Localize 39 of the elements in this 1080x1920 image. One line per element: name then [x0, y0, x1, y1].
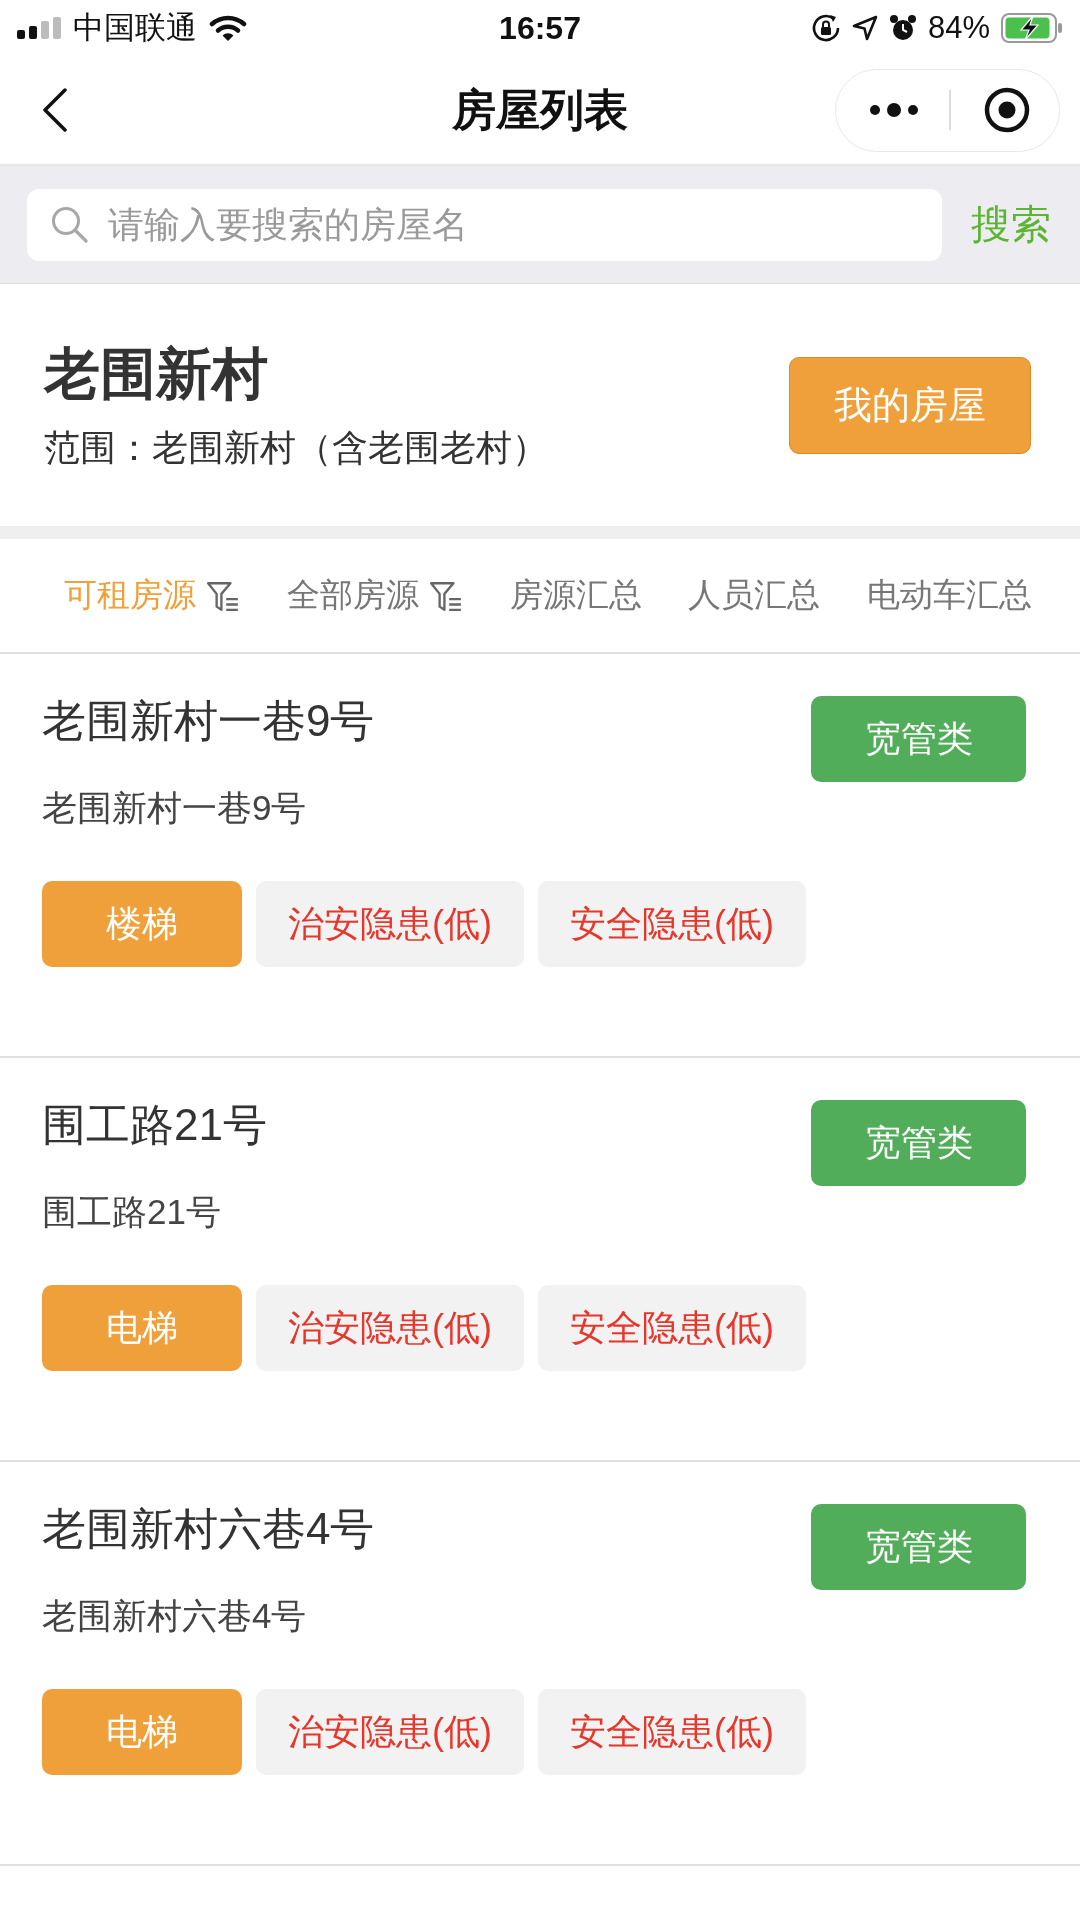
hazard-tag: 安全隐患(低) [538, 1285, 806, 1371]
house-address: 老围新村六巷4号 [42, 1595, 308, 1637]
hazard-tag: 安全隐患(低) [538, 881, 806, 967]
search-icon [51, 205, 88, 243]
hazard-tag: 治安隐患(低) [256, 1689, 524, 1775]
battery-percent: 84% [927, 10, 990, 46]
back-icon[interactable] [42, 88, 68, 132]
community-name: 老围新村 [44, 341, 269, 407]
tab[interactable]: 全部房源 [286, 573, 463, 618]
hazard-tag: 治安隐患(低) [256, 881, 524, 967]
house-address: 围工路21号 [42, 1191, 222, 1233]
scope-text: 范围：老围新村（含老围老村） [44, 426, 548, 470]
hazard-tag: 安全隐患(低) [538, 1689, 806, 1775]
page-title: 房屋列表 [452, 83, 628, 136]
tab[interactable]: 电动车汇总 [867, 573, 1032, 618]
more-icon[interactable] [869, 103, 919, 117]
signal-icon [17, 17, 61, 39]
house-title: 老围新村一巷9号 [42, 695, 375, 747]
location-arrow-icon [851, 15, 878, 41]
wifi-icon [209, 14, 247, 42]
house-address: 老围新村一巷9号 [42, 787, 308, 829]
rotation-lock-icon [810, 13, 841, 43]
tab[interactable]: 人员汇总 [688, 573, 821, 618]
house-title: 老围新村六巷4号 [42, 1503, 375, 1555]
house-title: 围工路21号 [42, 1099, 267, 1151]
carrier-name: 中国联通 [73, 9, 197, 47]
status-time: 16:57 [499, 9, 581, 47]
facility-tag: 电梯 [42, 1689, 242, 1775]
category-tag: 宽管类 [811, 696, 1026, 782]
facility-tag: 电梯 [42, 1285, 242, 1371]
target-icon[interactable] [983, 87, 1030, 133]
hazard-tag: 治安隐患(低) [256, 1285, 524, 1371]
facility-tag: 楼梯 [42, 881, 242, 967]
category-tag: 宽管类 [811, 1504, 1026, 1590]
search-field[interactable]: 请输入要搜索的房屋名 [27, 188, 942, 261]
category-tag: 宽管类 [811, 1100, 1026, 1186]
alarm-clock-icon [888, 14, 917, 42]
tab[interactable]: 房源汇总 [509, 573, 642, 618]
battery-charging-icon [1001, 13, 1063, 43]
